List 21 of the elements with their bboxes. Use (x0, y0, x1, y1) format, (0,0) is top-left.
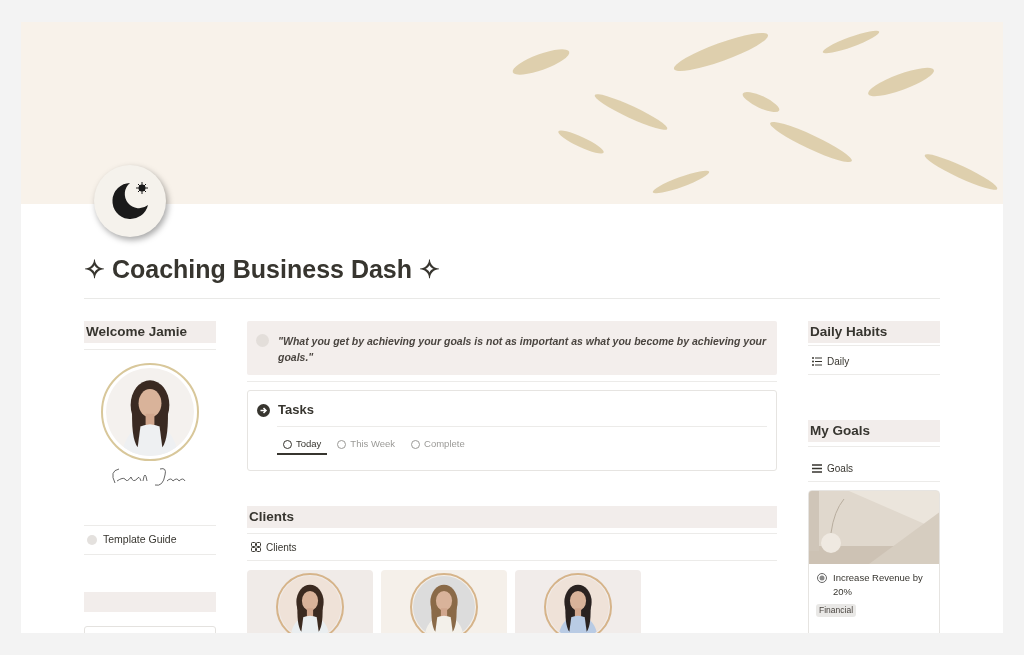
page-title: ✧ Coaching Business Dash ✧ (84, 254, 441, 284)
gallery-icon (251, 542, 261, 552)
section-heading: Clients (247, 506, 777, 528)
goal-title: Increase Revenue by 20% (833, 571, 924, 599)
list-icon (812, 356, 822, 366)
section-heading: Daily Habits (808, 321, 940, 343)
arrow-icon (257, 403, 270, 417)
quote-text: "What you get by achieving your goals is not as important as what you become by achieving your goals." (278, 334, 768, 365)
view-tab[interactable]: Today (277, 436, 328, 455)
section-heading: Welcome Jamie (84, 321, 216, 343)
view-tab[interactable]: Daily (827, 353, 850, 369)
tag: Financial (816, 604, 857, 617)
page-icon (94, 165, 166, 237)
section-title: Tasks (278, 401, 314, 420)
menu-icon (812, 463, 822, 473)
view-tab[interactable]: Clients (266, 539, 297, 555)
page-icon (87, 535, 97, 545)
section-heading: My Goals (808, 420, 940, 442)
view-tab[interactable]: Goals (827, 460, 854, 476)
page-link[interactable]: Template Guide (103, 532, 177, 548)
target-icon (817, 573, 827, 583)
